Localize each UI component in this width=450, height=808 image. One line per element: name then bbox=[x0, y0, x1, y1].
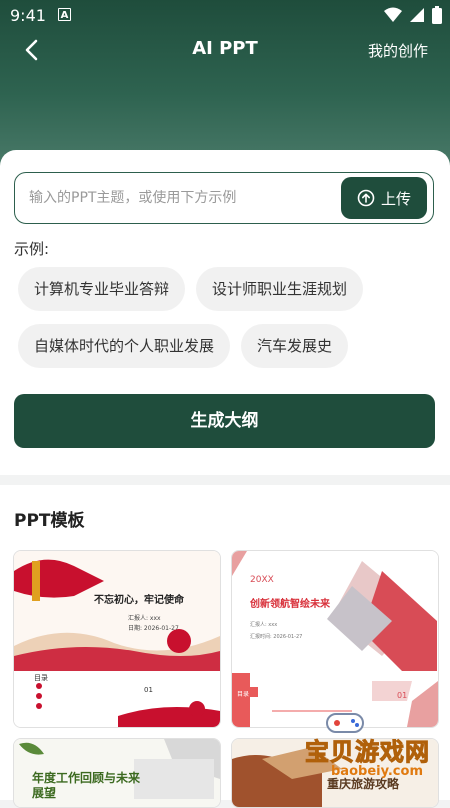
upload-button[interactable]: 上传 bbox=[341, 177, 427, 219]
template-tag: 20XX bbox=[250, 575, 274, 585]
template-heading: 不忘初心，牢记使命 bbox=[94, 595, 184, 606]
nav-bar: AI PPT 我的创作 bbox=[0, 32, 450, 68]
battery-icon bbox=[432, 6, 442, 24]
example-chip[interactable]: 自媒体时代的个人职业发展 bbox=[18, 324, 231, 368]
status-icons bbox=[384, 6, 442, 24]
example-chip[interactable]: 汽车发展史 bbox=[241, 324, 349, 368]
template-line: 汇报人: xxx bbox=[250, 622, 278, 628]
template-sub: 01 bbox=[144, 686, 153, 694]
status-bar: 9:41 A bbox=[0, 0, 450, 32]
watermark-url: baobeiy.com bbox=[331, 764, 423, 779]
upload-arrow-icon bbox=[357, 189, 375, 207]
wifi-icon bbox=[384, 7, 402, 22]
generate-outline-button[interactable]: 生成大纲 bbox=[14, 394, 435, 448]
my-work-link[interactable]: 我的创作 bbox=[368, 40, 428, 61]
template-sub: 目录 bbox=[34, 674, 48, 682]
examples-label: 示例: bbox=[14, 240, 50, 258]
template-card-3[interactable]: 年度工作回顾与未来展望 bbox=[13, 738, 221, 808]
status-time: 9:41 bbox=[10, 6, 46, 25]
notification-icon: A bbox=[58, 8, 71, 21]
topic-input-box: 上传 bbox=[14, 172, 434, 224]
example-chip[interactable]: 设计师职业生涯规划 bbox=[196, 267, 364, 311]
templates-title: PPT模板 bbox=[14, 511, 85, 531]
template-line: 日期: 2026-01-27 bbox=[128, 625, 179, 632]
topic-input[interactable] bbox=[27, 185, 341, 211]
template-sub: 目录 bbox=[237, 691, 250, 698]
template-line: 汇报时间: 2026-01-27 bbox=[250, 634, 303, 640]
template-card-1[interactable]: 不忘初心，牢记使命 汇报人: xxx 日期: 2026-01-27 目录 01 bbox=[13, 550, 221, 728]
template-heading: 年度工作回顾与未来展望 bbox=[32, 771, 141, 800]
upload-label: 上传 bbox=[380, 189, 411, 208]
example-chip[interactable]: 计算机专业毕业答辩 bbox=[18, 267, 186, 311]
watermark-text: 宝贝游戏网 bbox=[305, 738, 430, 767]
template-num: 01 bbox=[397, 691, 408, 700]
template-thumbnail bbox=[14, 551, 220, 727]
watermark-logo: 宝贝游戏网 baobeiy.com bbox=[303, 710, 443, 790]
template-heading: 创新领航智绘未来 bbox=[250, 599, 330, 610]
template-line: 汇报人: xxx bbox=[128, 615, 161, 622]
template-card-2[interactable]: 20XX 创新领航智绘未来 汇报人: xxx 汇报时间: 2026-01-27 … bbox=[231, 550, 439, 728]
signal-icon bbox=[410, 8, 424, 22]
